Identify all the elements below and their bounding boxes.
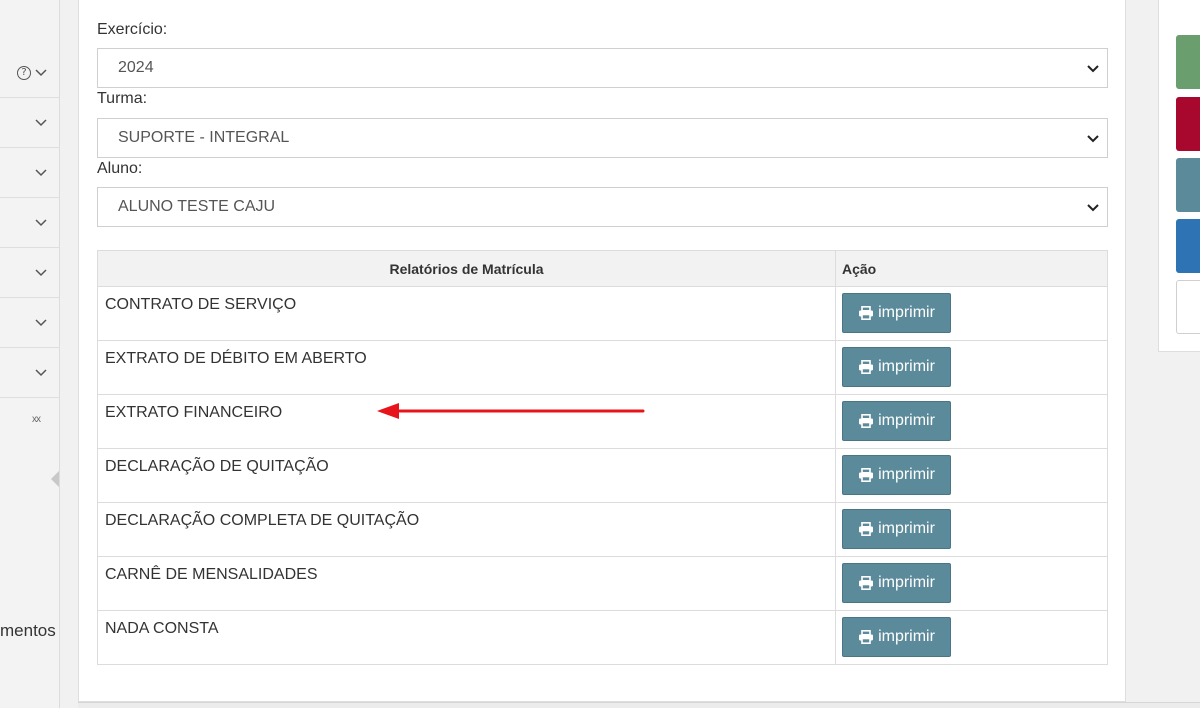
chevron-down-icon <box>35 318 47 326</box>
sidebar-item-help[interactable]: ? <box>0 48 59 98</box>
chevron-down-icon <box>35 268 47 276</box>
action-cell: imprimir <box>835 448 1108 503</box>
print-button-label: imprimir <box>878 574 935 591</box>
exercicio-value: 2024 <box>118 59 154 76</box>
report-name: NADA CONSTA <box>97 610 836 665</box>
table-row: CARNÊ DE MENSALIDADES imprimir <box>97 556 1108 611</box>
table-row: DECLARAÇÃO COMPLETA DE QUITAÇÃO imprimir <box>97 502 1108 557</box>
sidebar-toggle-handle[interactable] <box>51 471 59 487</box>
print-button[interactable]: imprimir <box>842 563 951 603</box>
print-button-label: imprimir <box>878 358 935 375</box>
shortcut-button-teal[interactable] <box>1176 158 1200 212</box>
chevron-down-icon <box>1087 135 1099 143</box>
action-cell: imprimir <box>835 556 1108 611</box>
table-row: EXTRATO DE DÉBITO EM ABERTO imprimir <box>97 340 1108 395</box>
print-button[interactable]: imprimir <box>842 455 951 495</box>
print-button-label: imprimir <box>878 628 935 645</box>
sidebar: ? xx mentos <box>0 0 60 708</box>
sidebar-item[interactable] <box>0 98 59 148</box>
collapse-marker[interactable]: xx <box>32 414 41 425</box>
chevron-down-icon <box>35 368 47 376</box>
chevron-down-icon <box>1087 204 1099 212</box>
printer-icon <box>859 468 874 482</box>
help-icon: ? <box>17 65 31 80</box>
chevron-down-icon <box>35 68 47 76</box>
print-button-label: imprimir <box>878 304 935 321</box>
chevron-down-icon <box>35 118 47 126</box>
print-button[interactable]: imprimir <box>842 509 951 549</box>
printer-icon <box>859 630 874 644</box>
action-cell: imprimir <box>835 502 1108 557</box>
main-panel: Exercício: 2024 Turma: SUPORTE - INTEGRA… <box>78 0 1126 702</box>
print-button[interactable]: imprimir <box>842 617 951 657</box>
print-button[interactable]: imprimir <box>842 293 951 333</box>
report-name: CARNÊ DE MENSALIDADES <box>97 556 836 611</box>
table-row: NADA CONSTA imprimir <box>97 610 1108 665</box>
printer-icon <box>859 306 874 320</box>
aluno-value: ALUNO TESTE CAJU <box>118 198 276 215</box>
report-name: EXTRATO DE DÉBITO EM ABERTO <box>97 340 836 395</box>
table-row: CONTRATO DE SERVIÇO imprimir <box>97 286 1108 341</box>
printer-icon <box>859 414 874 428</box>
shortcut-button-white[interactable] <box>1176 280 1200 334</box>
turma-label: Turma: <box>97 90 148 107</box>
chevron-down-icon <box>35 218 47 226</box>
report-name: DECLARAÇÃO DE QUITAÇÃO <box>97 448 836 503</box>
column-header-acao: Ação <box>835 250 1108 287</box>
report-name: DECLARAÇÃO COMPLETA DE QUITAÇÃO <box>97 502 836 557</box>
reports-table: Relatórios de Matrícula Ação CONTRATO DE… <box>97 250 1108 665</box>
shortcut-button-green[interactable] <box>1176 35 1200 89</box>
printer-icon <box>859 522 874 536</box>
action-cell: imprimir <box>835 340 1108 395</box>
sidebar-item[interactable] <box>0 148 59 198</box>
sidebar-item[interactable] <box>0 198 59 248</box>
exercicio-label: Exercício: <box>97 21 168 38</box>
action-cell: imprimir <box>835 394 1108 449</box>
turma-select[interactable]: SUPORTE - INTEGRAL <box>97 118 1108 158</box>
annotation-arrow <box>377 403 645 419</box>
printer-icon <box>859 576 874 590</box>
action-cell: imprimir <box>835 610 1108 665</box>
print-button[interactable]: imprimir <box>842 347 951 387</box>
print-button-label: imprimir <box>878 520 935 537</box>
shortcut-button-red[interactable] <box>1176 97 1200 151</box>
column-header-relatorios: Relatórios de Matrícula <box>97 250 836 287</box>
print-button-label: imprimir <box>878 412 935 429</box>
shortcut-button-blue[interactable] <box>1176 219 1200 273</box>
table-row: DECLARAÇÃO DE QUITAÇÃO imprimir <box>97 448 1108 503</box>
aluno-label: Aluno: <box>97 160 143 177</box>
table-header-row: Relatórios de Matrícula Ação <box>97 250 1108 287</box>
sidebar-item[interactable] <box>0 348 59 398</box>
chevron-down-icon <box>35 168 47 176</box>
action-cell: imprimir <box>835 286 1108 341</box>
aluno-select[interactable]: ALUNO TESTE CAJU <box>97 187 1108 227</box>
exercicio-select[interactable]: 2024 <box>97 48 1108 88</box>
print-button-label: imprimir <box>878 466 935 483</box>
turma-value: SUPORTE - INTEGRAL <box>118 129 290 146</box>
footer-divider <box>78 702 1200 708</box>
report-name: CONTRATO DE SERVIÇO <box>97 286 836 341</box>
printer-icon <box>859 360 874 374</box>
print-button[interactable]: imprimir <box>842 401 951 441</box>
sidebar-item[interactable] <box>0 248 59 298</box>
sidebar-item[interactable] <box>0 298 59 348</box>
chevron-down-icon <box>1087 65 1099 73</box>
sidebar-item-label[interactable]: mentos <box>0 621 56 641</box>
